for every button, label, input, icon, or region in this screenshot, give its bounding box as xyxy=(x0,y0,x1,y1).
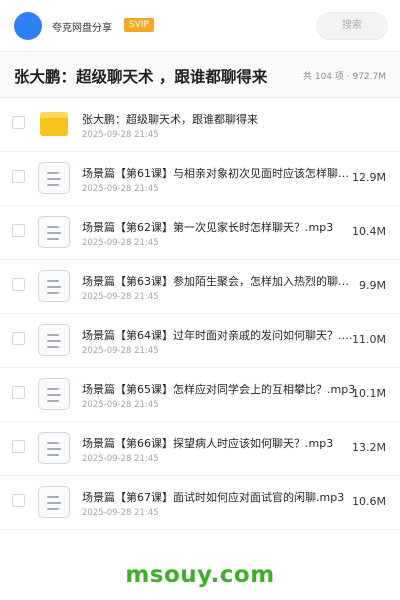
file-name: 场景篇【第67课】面试时如何应对面试官的闲聊.mp3 xyxy=(82,491,345,504)
row-checkbox[interactable] xyxy=(12,116,25,129)
file-size: 10.1M xyxy=(352,387,386,400)
list-item[interactable]: 场景篇【第63课】参加陌生聚会，怎样加入热烈的聊天？.mp3 2025-09-2… xyxy=(0,260,400,314)
list-item[interactable]: 场景篇【第67课】面试时如何应对面试官的闲聊.mp3 2025-09-28 21… xyxy=(0,476,400,530)
svip-badge: SVIP xyxy=(124,18,154,32)
file-list: 张大鹏：超级聊天术，跟谁都聊得来 2025-09-28 21:45 场景篇【第6… xyxy=(0,98,400,530)
file-name: 场景篇【第63课】参加陌生聚会，怎样加入热烈的聊天？.mp3 xyxy=(82,275,356,288)
share-page: 夸克网盘分享 SVIP 搜索 张大鹏：超级聊天术 ，跟谁都聊得来 共 104 项… xyxy=(0,0,400,600)
row-checkbox[interactable] xyxy=(12,494,25,507)
page-title: 张大鹏：超级聊天术 ，跟谁都聊得来 xyxy=(14,68,268,86)
file-name: 场景篇【第66课】探望病人时应该如何聊天？.mp3 xyxy=(82,437,334,450)
file-size: 11.0M xyxy=(352,333,386,346)
audio-file-icon xyxy=(38,216,70,248)
list-item[interactable]: 场景篇【第64课】过年时面对亲戚的发问如何聊天？.mp3 2025-09-28 … xyxy=(0,314,400,368)
folder-stats: 共 104 项 · 972.7M xyxy=(302,72,386,82)
file-date: 2025-09-28 21:45 xyxy=(82,184,159,194)
file-size: 13.2M xyxy=(352,441,386,454)
folder-header: 张大鹏：超级聊天术 ，跟谁都聊得来 共 104 项 · 972.7M xyxy=(0,52,400,98)
audio-file-icon xyxy=(38,486,70,518)
file-name: 场景篇【第65课】怎样应对同学会上的互相攀比？.mp3 xyxy=(82,383,356,396)
file-size: 12.9M xyxy=(352,171,386,184)
search-button[interactable]: 搜索 xyxy=(316,12,388,40)
file-date: 2025-09-28 21:45 xyxy=(82,238,159,248)
row-checkbox[interactable] xyxy=(12,224,25,237)
list-item[interactable]: 场景篇【第65课】怎样应对同学会上的互相攀比？.mp3 2025-09-28 2… xyxy=(0,368,400,422)
row-checkbox[interactable] xyxy=(12,278,25,291)
top-bar: 夸克网盘分享 SVIP 搜索 xyxy=(0,0,400,52)
list-item[interactable]: 张大鹏：超级聊天术，跟谁都聊得来 2025-09-28 21:45 xyxy=(0,98,400,152)
folder-icon xyxy=(38,108,70,140)
file-date: 2025-09-28 21:45 xyxy=(82,292,159,302)
file-name: 张大鹏：超级聊天术，跟谁都聊得来 xyxy=(82,113,258,126)
file-date: 2025-09-28 21:45 xyxy=(82,400,159,410)
list-item[interactable]: 场景篇【第66课】探望病人时应该如何聊天？.mp3 2025-09-28 21:… xyxy=(0,422,400,476)
row-checkbox[interactable] xyxy=(12,170,25,183)
list-item[interactable]: 场景篇【第62课】第一次见家长时怎样聊天？.mp3 2025-09-28 21:… xyxy=(0,206,400,260)
audio-file-icon xyxy=(38,162,70,194)
audio-file-icon xyxy=(38,270,70,302)
audio-file-icon xyxy=(38,324,70,356)
file-date: 2025-09-28 21:45 xyxy=(82,346,159,356)
audio-file-icon xyxy=(38,432,70,464)
audio-file-icon xyxy=(38,378,70,410)
file-size: 10.4M xyxy=(352,225,386,238)
row-checkbox[interactable] xyxy=(12,386,25,399)
file-name: 场景篇【第62课】第一次见家长时怎样聊天？.mp3 xyxy=(82,221,334,234)
file-size: 10.6M xyxy=(352,495,386,508)
brand-name: 夸克网盘分享 xyxy=(52,23,112,34)
file-name: 场景篇【第61课】与相亲对象初次见面时应该怎样聊天？.mp3 xyxy=(82,167,356,180)
file-name: 场景篇【第64课】过年时面对亲戚的发问如何聊天？.mp3 xyxy=(82,329,356,342)
file-size: 9.9M xyxy=(359,279,386,292)
watermark: msouy.com xyxy=(125,562,275,588)
row-checkbox[interactable] xyxy=(12,332,25,345)
file-date: 2025-09-28 21:45 xyxy=(82,454,159,464)
row-checkbox[interactable] xyxy=(12,440,25,453)
list-item[interactable]: 场景篇【第61课】与相亲对象初次见面时应该怎样聊天？.mp3 2025-09-2… xyxy=(0,152,400,206)
file-date: 2025-09-28 21:45 xyxy=(82,508,159,518)
avatar[interactable] xyxy=(14,12,42,40)
file-date: 2025-09-28 21:45 xyxy=(82,130,159,140)
